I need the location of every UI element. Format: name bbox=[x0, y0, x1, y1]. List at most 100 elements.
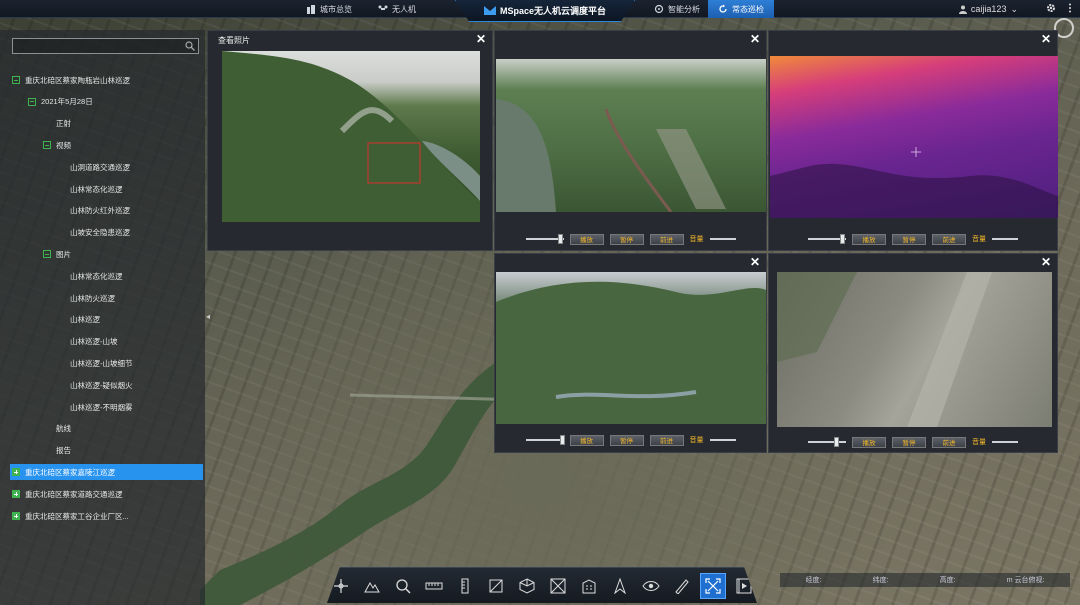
close-icon[interactable]: ✕ bbox=[476, 33, 486, 45]
collapse-icon[interactable] bbox=[43, 250, 51, 259]
building-icon[interactable] bbox=[577, 574, 601, 598]
tree-item[interactable]: 正射 bbox=[56, 116, 71, 132]
pen-icon[interactable] bbox=[670, 574, 694, 598]
more-icon[interactable] bbox=[1068, 3, 1072, 13]
frame-icon[interactable] bbox=[546, 574, 570, 598]
pause-button[interactable]: 暂停 bbox=[892, 233, 926, 245]
tree-item[interactable]: 山坡安全隐患巡逻 bbox=[70, 225, 130, 241]
close-icon[interactable]: ✕ bbox=[1041, 33, 1051, 45]
video-frame[interactable] bbox=[496, 59, 766, 212]
terrain-icon[interactable] bbox=[360, 574, 384, 598]
area-icon[interactable] bbox=[484, 574, 508, 598]
tree-item[interactable]: 山林防火巡逻 bbox=[70, 290, 115, 306]
tree-item[interactable]: 山林巡逻-山坡细节 bbox=[70, 355, 133, 371]
height-icon[interactable] bbox=[453, 574, 477, 598]
video-icon[interactable] bbox=[732, 574, 756, 598]
fullscreen-icon[interactable] bbox=[699, 572, 726, 599]
tab-routine-inspection[interactable]: 常态巡检 bbox=[708, 0, 774, 18]
tab-city-overview[interactable]: 城市总览 bbox=[296, 0, 362, 18]
tab-drone[interactable]: 无人机 bbox=[368, 0, 426, 18]
tree-item-label: 山林常态化巡逻 bbox=[70, 184, 123, 194]
forward-button[interactable]: 前进 bbox=[932, 436, 966, 448]
play-button[interactable]: 播放 bbox=[852, 233, 886, 245]
tree-item[interactable]: 山林巡逻-疑似烟火 bbox=[70, 377, 133, 393]
north-icon[interactable] bbox=[608, 574, 632, 598]
tree-item[interactable]: 山林巡逻 bbox=[70, 312, 100, 328]
expand-icon[interactable] bbox=[12, 512, 20, 520]
volume-slider[interactable] bbox=[992, 238, 1018, 240]
eye-icon[interactable] bbox=[639, 574, 663, 598]
gear-icon[interactable] bbox=[1046, 3, 1056, 13]
tree-item[interactable]: 山林巡逻-不明烟雾 bbox=[70, 399, 133, 415]
tab-label: 常态巡检 bbox=[732, 4, 764, 14]
collapse-icon[interactable] bbox=[12, 76, 20, 84]
play-button[interactable]: 播放 bbox=[569, 434, 604, 446]
tree-item-label: 报告 bbox=[56, 446, 71, 456]
tree-item[interactable]: 视频 bbox=[43, 137, 71, 153]
user-name: caijia123 bbox=[970, 4, 1007, 14]
ruler-icon[interactable] bbox=[422, 574, 446, 598]
search-box[interactable] bbox=[12, 38, 199, 54]
close-icon[interactable]: ✕ bbox=[750, 33, 760, 45]
tree-item[interactable]: 山洞道路交通巡逻 bbox=[70, 159, 130, 175]
volume-slider[interactable] bbox=[709, 238, 736, 240]
tree-item[interactable]: 山林常态化巡逻 bbox=[70, 181, 123, 197]
progress-slider[interactable] bbox=[525, 435, 565, 445]
tree-item[interactable]: 2021年5月28日 bbox=[28, 94, 93, 110]
tree-item[interactable]: 图片 bbox=[43, 246, 71, 262]
volume-slider[interactable] bbox=[709, 439, 736, 441]
video-controls: 播放 暂停 前进 音量 bbox=[495, 232, 766, 246]
photo-image[interactable] bbox=[222, 51, 480, 222]
video-panel-3: ✕ 播放 暂停 前进 音量 bbox=[768, 253, 1058, 453]
user-menu[interactable]: caijia123 ⌄ bbox=[958, 0, 1018, 18]
tree-item[interactable]: 山林巡逻-山坡 bbox=[70, 334, 118, 350]
volume-slider[interactable] bbox=[992, 441, 1018, 443]
tab-smart-analysis[interactable]: 智能分析 bbox=[644, 0, 710, 18]
tree-item[interactable]: 报告 bbox=[56, 443, 71, 459]
tree-item[interactable]: 山林防火红外巡逻 bbox=[70, 203, 130, 219]
tree-item-label: 山林防火巡逻 bbox=[70, 293, 115, 303]
progress-slider[interactable] bbox=[808, 234, 846, 244]
tree-item[interactable]: 重庆北碚区蔡家道路交通巡逻 bbox=[12, 486, 123, 502]
search-icon[interactable] bbox=[185, 41, 195, 51]
pause-button[interactable]: 暂停 bbox=[609, 233, 644, 245]
tree-item-label: 山林巡逻-山坡细节 bbox=[70, 358, 133, 368]
forward-button[interactable]: 前进 bbox=[932, 233, 966, 245]
tree-item[interactable]: 重庆北碚区蔡家嘉陵江巡逻 bbox=[10, 464, 203, 481]
collapse-sidebar-icon[interactable]: ◂ bbox=[206, 312, 210, 321]
pause-button[interactable]: 暂停 bbox=[609, 434, 644, 446]
close-icon[interactable]: ✕ bbox=[750, 256, 760, 268]
thermal-overlay bbox=[770, 147, 1058, 218]
search-icon[interactable] bbox=[391, 574, 415, 598]
move-icon[interactable] bbox=[329, 574, 353, 598]
play-button[interactable]: 播放 bbox=[569, 233, 604, 245]
collapse-icon[interactable] bbox=[43, 141, 51, 150]
tab-label: 城市总览 bbox=[320, 4, 352, 14]
pause-button[interactable]: 暂停 bbox=[892, 436, 926, 448]
expand-icon[interactable] bbox=[12, 490, 20, 499]
thermal-frame[interactable] bbox=[770, 56, 1058, 218]
cube-icon[interactable] bbox=[515, 574, 539, 598]
progress-slider[interactable] bbox=[525, 234, 564, 244]
video-river-valley bbox=[496, 99, 726, 212]
photo-hillside bbox=[222, 51, 480, 222]
tree-item-label: 航线 bbox=[56, 424, 71, 434]
search-input[interactable] bbox=[13, 39, 198, 53]
collapse-icon[interactable] bbox=[28, 97, 36, 106]
tree-item[interactable]: 航线 bbox=[56, 421, 71, 437]
tree-item[interactable]: 重庆北碚区蔡家陶瓶岩山林巡逻 bbox=[12, 72, 130, 88]
tree-item[interactable]: 山林常态化巡逻 bbox=[70, 268, 123, 284]
video-frame[interactable] bbox=[496, 272, 766, 424]
camera-pitch-label: m 云台俯视: bbox=[1006, 577, 1045, 584]
forward-button[interactable]: 前进 bbox=[649, 233, 684, 245]
tree-item[interactable]: 重庆北碚区蔡家工谷企业厂区... bbox=[12, 508, 129, 524]
play-button[interactable]: 播放 bbox=[852, 436, 886, 448]
forward-button[interactable]: 前进 bbox=[649, 434, 684, 446]
altitude-label: 高度: bbox=[939, 577, 956, 584]
progress-slider[interactable] bbox=[808, 437, 846, 447]
expand-icon[interactable] bbox=[12, 468, 20, 477]
video-frame[interactable] bbox=[777, 272, 1052, 427]
refresh-icon bbox=[719, 4, 727, 13]
close-icon[interactable]: ✕ bbox=[1041, 256, 1051, 268]
map-river bbox=[200, 350, 520, 605]
